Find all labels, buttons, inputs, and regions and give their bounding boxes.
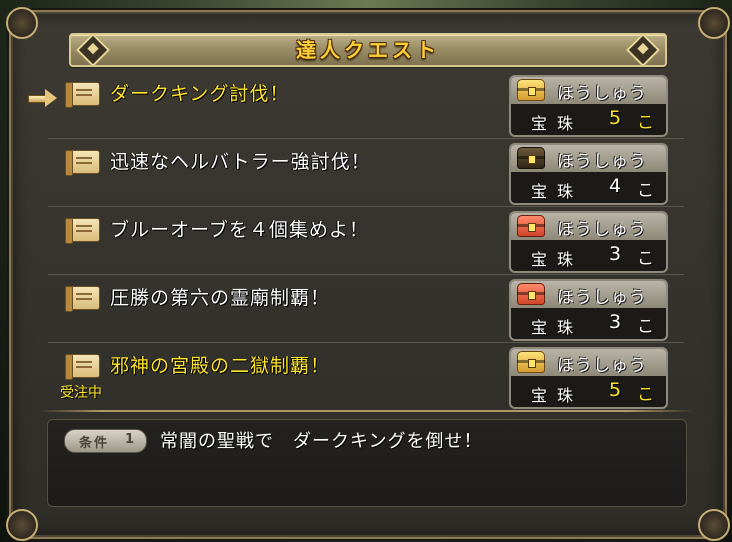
- quest-scroll-icon: [65, 218, 100, 244]
- condition-badge: 条件 1: [64, 429, 147, 453]
- title-bar: 達人クエスト: [69, 33, 667, 67]
- quest-title: ブルーオーブを４個集めよ！: [110, 219, 369, 241]
- reward-count: 5: [609, 107, 622, 129]
- reward-count: 5: [609, 379, 622, 401]
- quest-status: 受注中: [60, 385, 102, 401]
- quest-scroll-icon: [65, 150, 100, 176]
- reward-header: ほうしゅう: [511, 77, 666, 104]
- treasure-chest-icon: [517, 215, 545, 237]
- quest-row[interactable]: 迅速なヘルバトラー強討伐！ ほうしゅう 宝珠 4 こ: [48, 138, 684, 207]
- quest-scroll-icon: [65, 354, 100, 380]
- reward-label: ほうしゅう: [557, 220, 647, 240]
- reward-item: 宝珠: [531, 318, 584, 337]
- quest-row[interactable]: 圧勝の第六の霊廟制覇！ ほうしゅう 宝珠 3 こ: [48, 274, 684, 343]
- reward-box: ほうしゅう 宝珠 3 こ: [509, 279, 668, 341]
- reward-unit: こ: [637, 249, 654, 269]
- reward-count: 3: [609, 311, 622, 333]
- quest-row[interactable]: ブルーオーブを４個集めよ！ ほうしゅう 宝珠 3 こ: [48, 206, 684, 275]
- reward-box: ほうしゅう 宝珠 5 こ: [509, 75, 668, 137]
- quest-title: ダークキング討伐！: [110, 83, 290, 105]
- reward-label: ほうしゅう: [557, 84, 647, 104]
- quest-list: ダークキング討伐！ ほうしゅう 宝珠 5 こ 迅速なヘルバトラー強討伐！ ほうし…: [48, 70, 684, 410]
- reward-item: 宝珠: [531, 386, 584, 405]
- reward-item: 宝珠: [531, 114, 584, 133]
- frame-corner-ornament: [698, 509, 730, 541]
- reward-header: ほうしゅう: [511, 281, 666, 308]
- condition-badge-number: 1: [125, 432, 135, 447]
- quest-title: 圧勝の第六の霊廟制覇！: [110, 287, 331, 309]
- reward-item: 宝珠: [531, 250, 584, 269]
- reward-unit: こ: [637, 181, 654, 201]
- reward-box: ほうしゅう 宝珠 5 こ: [509, 347, 668, 409]
- treasure-chest-icon: [517, 283, 545, 305]
- reward-count: 4: [609, 175, 622, 197]
- condition-text: 常闇の聖戦で ダークキングを倒せ！: [160, 431, 483, 452]
- reward-header: ほうしゅう: [511, 213, 666, 240]
- reward-item: 宝珠: [531, 182, 584, 201]
- reward-box: ほうしゅう 宝珠 3 こ: [509, 211, 668, 273]
- window-title: 達人クエスト: [296, 38, 440, 62]
- quest-title: 迅速なヘルバトラー強討伐！: [110, 151, 371, 173]
- reward-unit: こ: [637, 113, 654, 133]
- quest-title: 邪神の宮殿の二獄制覇！: [110, 355, 331, 377]
- condition-panel: 条件 1 常闇の聖戦で ダークキングを倒せ！: [47, 419, 687, 507]
- reward-header: ほうしゅう: [511, 145, 666, 172]
- quest-scroll-icon: [65, 286, 100, 312]
- reward-unit: こ: [637, 385, 654, 405]
- quest-scroll-icon: [65, 82, 100, 108]
- reward-box: ほうしゅう 宝珠 4 こ: [509, 143, 668, 205]
- treasure-chest-icon: [517, 147, 545, 169]
- condition-badge-label: 条件: [79, 436, 110, 451]
- reward-label: ほうしゅう: [557, 152, 647, 172]
- frame-corner-ornament: [6, 7, 38, 39]
- frame-corner-ornament: [698, 7, 730, 39]
- frame-corner-ornament: [6, 509, 38, 541]
- quest-row[interactable]: ダークキング討伐！ ほうしゅう 宝珠 5 こ: [48, 70, 684, 139]
- reward-count: 3: [609, 243, 622, 265]
- treasure-chest-icon: [517, 351, 545, 373]
- divider: [38, 410, 694, 412]
- reward-label: ほうしゅう: [557, 356, 647, 376]
- treasure-chest-icon: [517, 79, 545, 101]
- reward-unit: こ: [637, 317, 654, 337]
- reward-header: ほうしゅう: [511, 349, 666, 376]
- reward-label: ほうしゅう: [557, 288, 647, 308]
- quest-row[interactable]: 邪神の宮殿の二獄制覇！ 受注中 ほうしゅう 宝珠 5 こ: [48, 342, 684, 410]
